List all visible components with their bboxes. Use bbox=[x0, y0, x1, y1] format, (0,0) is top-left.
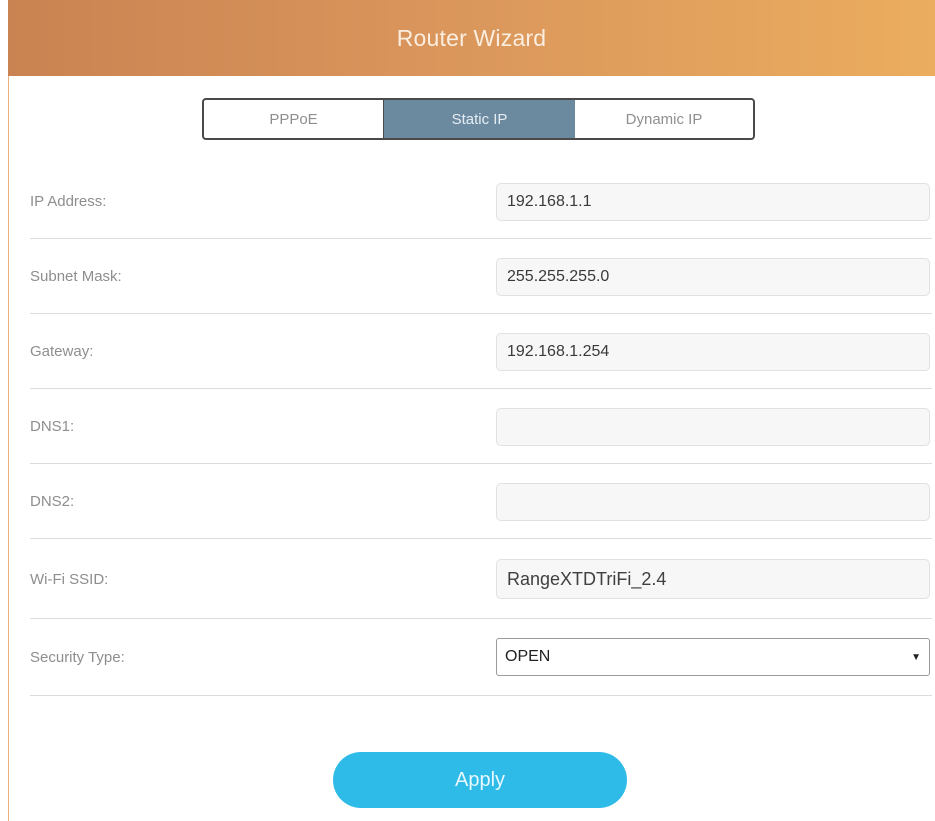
tab-static-ip[interactable]: Static IP bbox=[384, 100, 575, 138]
wifi-ssid-label: Wi-Fi SSID: bbox=[30, 570, 109, 588]
wifi-ssid-field[interactable]: RangeXTDTriFi_2.4 bbox=[496, 559, 930, 599]
subnet-mask-field[interactable]: 255.255.255.0 bbox=[496, 258, 930, 296]
static-ip-form: IP Address: 192.168.1.1 Subnet Mask: 255… bbox=[30, 164, 932, 696]
subnet-mask-label: Subnet Mask: bbox=[30, 268, 122, 285]
form-row-wifi-ssid: Wi-Fi SSID: RangeXTDTriFi_2.4 bbox=[30, 539, 932, 619]
tab-pppoe[interactable]: PPPoE bbox=[204, 100, 384, 138]
gateway-label: Gateway: bbox=[30, 343, 94, 360]
dns1-label: DNS1: bbox=[30, 418, 75, 435]
security-type-select[interactable]: OPEN ▼ bbox=[496, 638, 930, 676]
form-row-dns1: DNS1: bbox=[30, 389, 932, 464]
ip-address-label: IP Address: bbox=[30, 193, 107, 210]
apply-button[interactable]: Apply bbox=[333, 752, 627, 808]
gateway-field[interactable]: 192.168.1.254 bbox=[496, 333, 930, 371]
form-row-gateway: Gateway: 192.168.1.254 bbox=[30, 314, 932, 389]
form-row-ip-address: IP Address: 192.168.1.1 bbox=[30, 164, 932, 239]
router-wizard-page: Router Wizard PPPoE Static IP Dynamic IP… bbox=[0, 0, 935, 821]
page-title: Router Wizard bbox=[396, 24, 547, 51]
left-border bbox=[8, 76, 9, 821]
form-row-dns2: DNS2: bbox=[30, 464, 932, 539]
header-bar: Router Wizard bbox=[8, 0, 935, 76]
chevron-down-icon: ▼ bbox=[911, 651, 921, 663]
ip-address-field[interactable]: 192.168.1.1 bbox=[496, 183, 930, 221]
security-type-label: Security Type: bbox=[30, 649, 125, 666]
dns2-field[interactable] bbox=[496, 483, 930, 521]
dns2-label: DNS2: bbox=[30, 493, 75, 510]
connection-type-tabs: PPPoE Static IP Dynamic IP bbox=[202, 98, 755, 140]
form-row-subnet-mask: Subnet Mask: 255.255.255.0 bbox=[30, 239, 932, 314]
tab-dynamic-ip[interactable]: Dynamic IP bbox=[575, 100, 753, 138]
dns1-field[interactable] bbox=[496, 408, 930, 446]
security-type-value: OPEN bbox=[505, 648, 551, 665]
form-row-security-type: Security Type: OPEN ▼ bbox=[30, 619, 932, 696]
